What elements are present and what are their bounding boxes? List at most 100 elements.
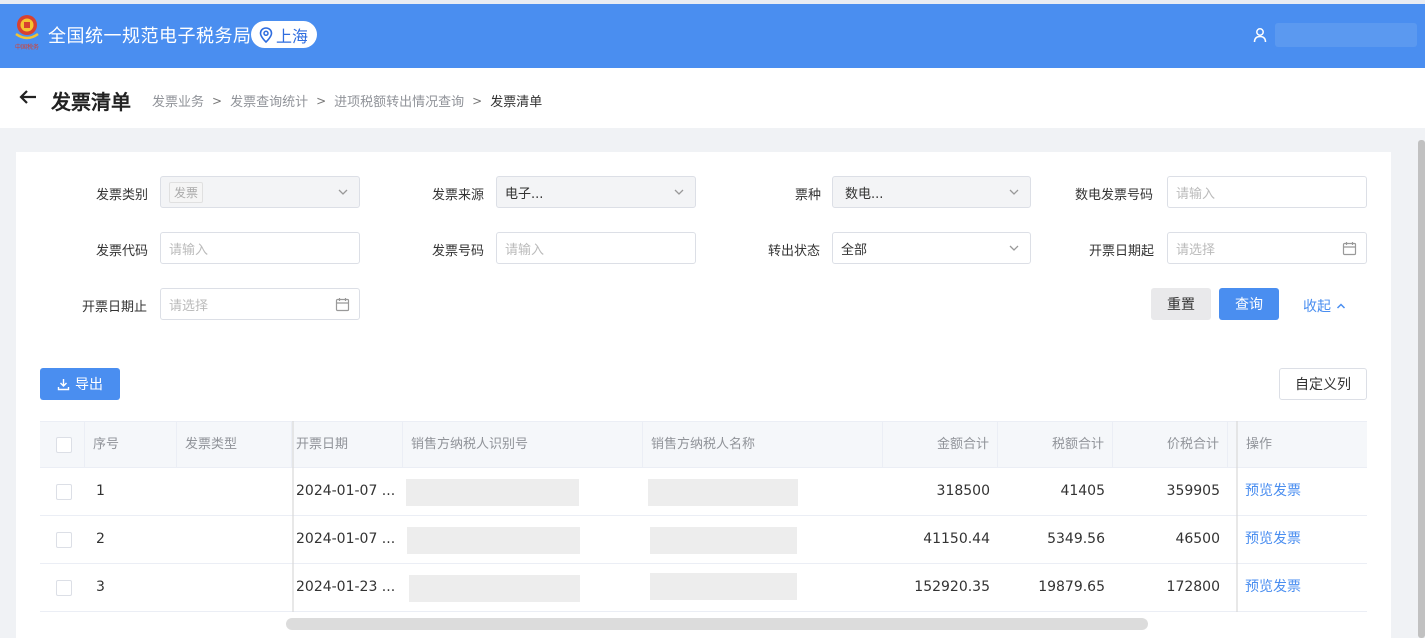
column-header-index: 序号 — [85, 422, 177, 468]
invoice-no-input[interactable]: 请输入 — [496, 232, 696, 264]
select-all-checkbox[interactable] — [56, 437, 72, 453]
seller-tax-id-redacted — [407, 527, 580, 554]
date-start-picker[interactable]: 请选择 — [1167, 232, 1367, 264]
cell-tax-total: 41405 — [1060, 483, 1105, 499]
chevron-down-icon — [674, 189, 684, 195]
invoice-code-input[interactable]: 请输入 — [160, 232, 360, 264]
cell-tax-total: 5349.56 — [1047, 531, 1105, 547]
date-end-picker[interactable]: 请选择 — [160, 288, 360, 320]
page-title: 发票清单 — [51, 90, 131, 114]
row-checkbox[interactable] — [56, 484, 72, 500]
breadcrumb-item[interactable]: 发票查询统计 — [230, 91, 308, 110]
column-header-tax-total: 税额合计 — [998, 422, 1113, 468]
chevron-down-icon — [1009, 245, 1019, 251]
row-checkbox[interactable] — [56, 580, 72, 596]
cell-index: 1 — [96, 483, 105, 499]
app-title: 全国统一规范电子税务局 — [48, 26, 252, 47]
breadcrumb-item[interactable]: 发票业务 — [152, 91, 204, 110]
table-row: 1 2024-01-07 ... 318500 41405 359905 预览发… — [40, 468, 1367, 516]
seller-tax-id-redacted — [409, 575, 580, 602]
reset-button[interactable]: 重置 — [1151, 288, 1211, 320]
invoice-category-select[interactable]: 发票 — [160, 176, 360, 208]
fixed-column-divider — [292, 421, 294, 612]
vertical-scrollbar[interactable] — [1418, 140, 1425, 638]
seller-name-redacted — [648, 479, 798, 506]
date-start-placeholder: 请选择 — [1176, 242, 1216, 258]
ticket-type-value: 数电... — [845, 186, 884, 202]
column-header-actions: 操作 — [1246, 437, 1273, 452]
column-header-seller-name: 销售方纳税人名称 — [643, 422, 883, 468]
column-header-amount-total: 金额合计 — [883, 422, 998, 468]
cell-issue-date: 2024-01-23 ... — [296, 579, 396, 595]
chevron-right-icon: > — [212, 93, 223, 108]
transfer-status-label: 转出状态 — [768, 244, 821, 259]
column-header-price-tax-total: 价税合计 — [1113, 422, 1228, 468]
user-icon[interactable] — [1252, 27, 1268, 43]
calendar-icon — [1342, 242, 1357, 256]
invoice-source-label: 发票来源 — [432, 188, 485, 203]
chevron-right-icon: > — [316, 93, 327, 108]
ticket-type-label: 票种 — [795, 188, 822, 203]
location-pin-icon — [259, 26, 273, 43]
transfer-status-select[interactable]: 全部 — [832, 232, 1031, 264]
cell-invoice-type — [177, 468, 193, 515]
cell-index: 3 — [96, 579, 105, 595]
download-icon — [57, 378, 70, 390]
digital-invoice-no-label: 数电发票号码 — [1075, 188, 1154, 203]
digital-invoice-no-input[interactable]: 请输入 — [1167, 176, 1367, 208]
breadcrumb: 发票业务 > 发票查询统计 > 进项税额转出情况查询 > 发票清单 — [152, 91, 543, 111]
date-end-placeholder: 请选择 — [169, 298, 209, 314]
export-label: 导出 — [75, 377, 103, 393]
cell-amount-total: 318500 — [936, 483, 990, 499]
column-header-invoice-type: 发票类型 — [177, 422, 292, 468]
invoice-category-label: 发票类别 — [96, 188, 149, 203]
column-header-issue-date: 开票日期 — [294, 422, 403, 468]
date-start-label: 开票日期起 — [1089, 244, 1155, 259]
search-button[interactable]: 查询 — [1219, 288, 1279, 320]
cell-price-tax-total: 172800 — [1166, 579, 1220, 595]
horizontal-scrollbar[interactable] — [286, 618, 1148, 630]
back-arrow-icon[interactable] — [18, 87, 38, 107]
svg-text:中国税务: 中国税务 — [15, 43, 39, 51]
row-checkbox[interactable] — [56, 532, 72, 548]
chevron-down-icon — [338, 189, 348, 195]
preview-invoice-link[interactable]: 预览发票 — [1237, 468, 1309, 515]
cell-tax-total: 19879.65 — [1038, 579, 1105, 595]
cell-invoice-type — [177, 564, 193, 611]
export-button[interactable]: 导出 — [40, 368, 120, 400]
user-name-redacted — [1275, 23, 1417, 47]
preview-invoice-link[interactable]: 预览发票 — [1237, 564, 1309, 611]
table-row: 3 2024-01-23 ... 152920.35 19879.65 1728… — [40, 564, 1367, 612]
transfer-status-value: 全部 — [841, 242, 868, 258]
breadcrumb-item[interactable]: 进项税额转出情况查询 — [334, 91, 464, 110]
date-end-label: 开票日期止 — [82, 300, 148, 315]
region-selector[interactable]: 上海 — [251, 21, 318, 48]
ticket-type-select[interactable]: 数电... — [832, 176, 1031, 208]
collapse-label: 收起 — [1303, 299, 1331, 315]
invoice-category-tag: 发票 — [169, 181, 204, 203]
collapse-toggle[interactable]: 收起 — [1303, 296, 1346, 316]
seller-name-redacted — [650, 573, 797, 600]
cell-price-tax-total: 46500 — [1175, 531, 1220, 547]
table-header: 序号 发票类型 开票日期 销售方纳税人识别号 销售方纳税人名称 金额合计 税额合… — [40, 421, 1367, 468]
cell-invoice-type — [177, 516, 193, 563]
region-label: 上海 — [276, 26, 309, 46]
chevron-up-icon — [1336, 303, 1346, 309]
cell-amount-total: 41150.44 — [923, 531, 990, 547]
preview-invoice-link[interactable]: 预览发票 — [1237, 516, 1309, 563]
invoice-code-placeholder: 请输入 — [169, 242, 209, 258]
cell-issue-date: 2024-01-07 ... — [296, 531, 396, 547]
chevron-right-icon: > — [472, 93, 483, 108]
invoice-code-label: 发票代码 — [96, 244, 149, 259]
seller-tax-id-redacted — [406, 479, 579, 506]
header-select-all-cell — [40, 422, 85, 468]
fixed-column-divider — [1236, 421, 1238, 612]
invoice-no-placeholder: 请输入 — [505, 242, 545, 258]
custom-columns-button[interactable]: 自定义列 — [1279, 368, 1367, 400]
breadcrumb-current: 发票清单 — [490, 95, 543, 110]
tax-emblem-logo: 中国税务 — [12, 12, 42, 54]
cell-price-tax-total: 359905 — [1166, 483, 1220, 499]
invoice-source-select[interactable]: 电子... — [496, 176, 696, 208]
invoice-source-value: 电子... — [505, 186, 544, 202]
calendar-icon — [335, 298, 350, 312]
